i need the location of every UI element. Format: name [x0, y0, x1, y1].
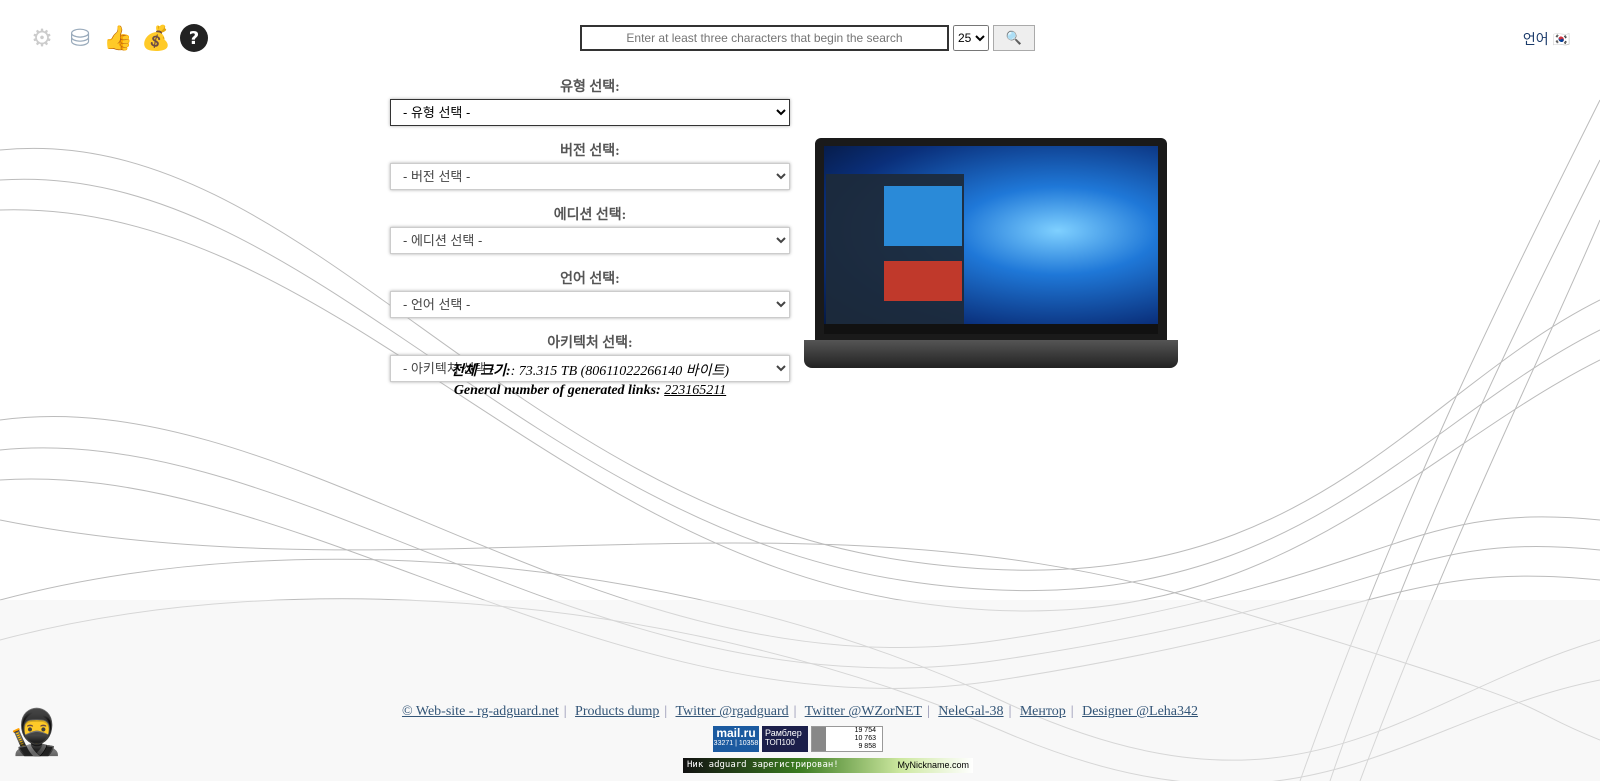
footer-links: © Web-site - rg-adguard.net | Products du…: [401, 704, 1199, 719]
ninja-mascot-icon[interactable]: 🥷: [8, 706, 63, 758]
laptop-image: [804, 138, 1178, 368]
mailru-counter[interactable]: mail.ru 33271 | 10358: [713, 726, 759, 752]
total-size-value: : 73.315 TB (80611022266140 바이트): [510, 364, 730, 379]
footer-link-website[interactable]: © Web-site - rg-adguard.net: [402, 704, 559, 719]
database-icon[interactable]: ⛁: [66, 24, 94, 52]
toolbar-icons: ⚙ ⛁ 👍 💰 ?: [28, 24, 208, 52]
mailru-logo: mail.ru: [716, 726, 756, 740]
gear-icon[interactable]: ⚙: [28, 24, 56, 52]
background-waves: [0, 99, 1600, 781]
footer-link-products-dump[interactable]: Products dump: [575, 704, 659, 719]
footer-link-nelegal[interactable]: NeleGal-38: [938, 704, 1003, 719]
result-count-select[interactable]: 25: [953, 25, 989, 51]
selection-form: 유형 선택: - 유형 선택 - 버전 선택: - 버전 선택 - 에디션 선택…: [390, 74, 790, 394]
edition-select[interactable]: - 에디션 선택 -: [390, 227, 790, 254]
stats: 전체 크기:: 73.315 TB (80611022266140 바이트) G…: [390, 362, 790, 400]
li-visitors: 9 858: [858, 743, 876, 750]
total-size-label: 전체 크기:: [450, 364, 511, 379]
language-select-label: 언어 선택:: [560, 272, 620, 287]
language-label: 언어: [1522, 31, 1549, 47]
search-input[interactable]: [580, 25, 949, 51]
counter-badges: mail.ru 33271 | 10358 Рамблер ТОП100 19 75…: [713, 726, 883, 752]
type-label: 유형 선택:: [560, 80, 620, 95]
mynickname-badge[interactable]: Ник adguard зарегистрирован! MyNickname.c…: [683, 758, 973, 773]
rambler-logo: Рамблер: [765, 728, 802, 738]
korea-flag-icon: 🇰🇷: [1552, 31, 1570, 47]
search-button[interactable]: 🔍: [993, 25, 1035, 51]
footer-link-twitter-rgadguard[interactable]: Twitter @rgadguard: [675, 704, 788, 719]
type-select[interactable]: - 유형 선택 -: [390, 99, 790, 126]
footer-link-mentor[interactable]: Ментор: [1020, 704, 1066, 719]
li-views: 19 754: [854, 727, 876, 734]
mailru-count-b: 10358: [738, 740, 759, 747]
version-label: 버전 선택:: [560, 144, 620, 159]
search-bar: 25 🔍: [580, 25, 1035, 51]
links-label: General number of generated links:: [453, 383, 661, 398]
footer-link-designer[interactable]: Designer @Leha342: [1082, 704, 1198, 719]
nick-site: MyNickname.com: [897, 760, 969, 770]
rambler-counter[interactable]: Рамблер ТОП100: [762, 726, 808, 752]
language-selector[interactable]: 언어 🇰🇷: [1523, 29, 1570, 49]
language-select[interactable]: - 언어 선택 -: [390, 291, 790, 318]
version-select[interactable]: - 버전 선택 -: [390, 163, 790, 190]
nick-text: Ник adguard зарегистрирован!: [687, 760, 839, 770]
architecture-label: 아키텍처 선택:: [547, 336, 633, 351]
liveinternet-counter[interactable]: 19 754 10 763 9 858: [811, 726, 883, 752]
links-value[interactable]: 223165211: [664, 383, 726, 398]
edition-label: 에디션 선택:: [553, 208, 627, 223]
footer-link-twitter-wzornet[interactable]: Twitter @WZorNET: [805, 704, 922, 719]
thumbs-up-icon[interactable]: 👍: [103, 24, 133, 52]
li-visits: 10 763: [854, 735, 876, 742]
mailru-count-a: 33271: [713, 740, 734, 747]
help-icon[interactable]: ?: [180, 24, 208, 52]
money-bag-icon[interactable]: 💰: [141, 24, 171, 52]
search-icon: 🔍: [1005, 30, 1023, 45]
rambler-sub: ТОП100: [765, 738, 795, 747]
